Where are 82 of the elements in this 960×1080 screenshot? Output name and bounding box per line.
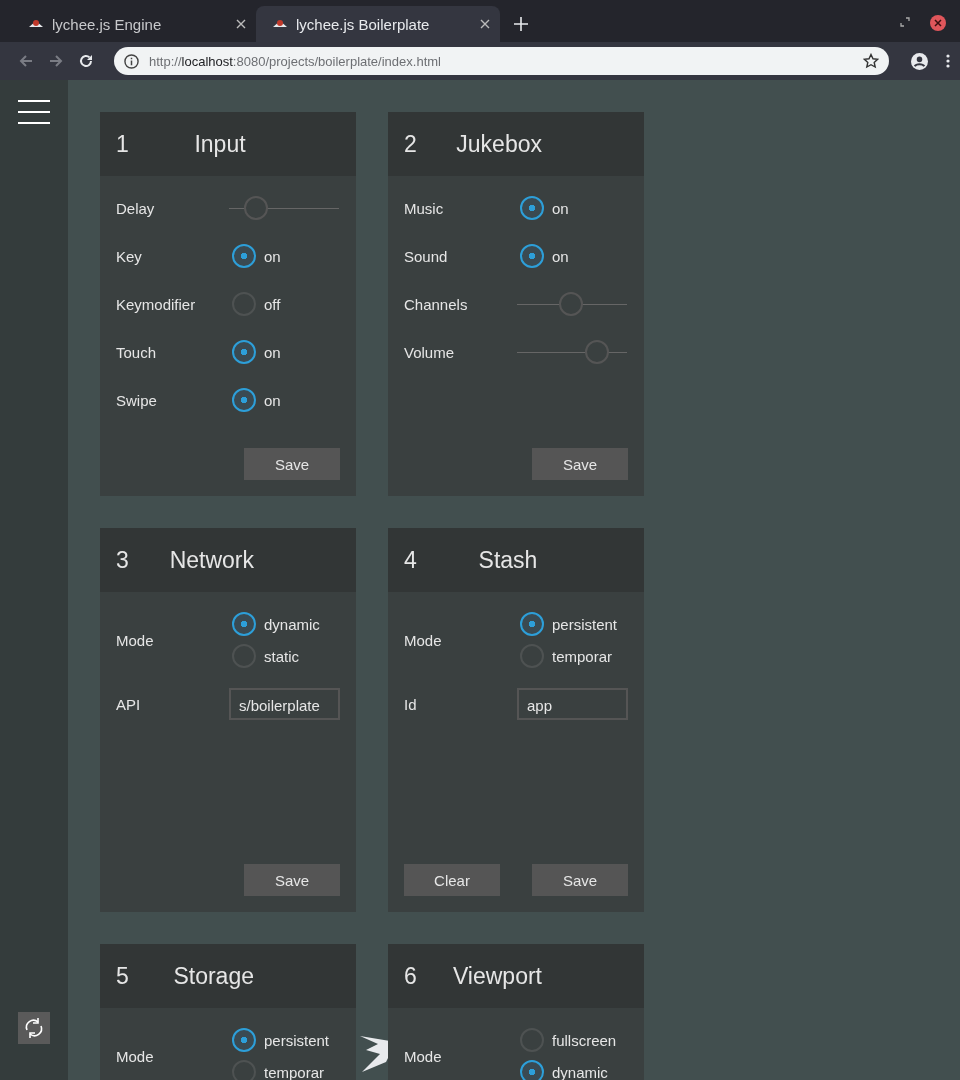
tab-title: lychee.js Boilerplate: [296, 15, 431, 33]
setting-label: Touch: [116, 343, 158, 361]
card-number: 6: [404, 962, 418, 990]
account-icon[interactable]: [911, 52, 928, 70]
setting-label: Keymodifier: [116, 295, 197, 313]
browser-tab[interactable]: lychee.js Boilerplate: [256, 6, 500, 42]
restore-icon[interactable]: [900, 17, 910, 27]
card-title: Network: [169, 546, 254, 574]
new-tab-icon[interactable]: [514, 17, 528, 31]
toggle-state: on: [264, 247, 281, 265]
toggle-circle[interactable]: [232, 244, 256, 268]
card-number: 4: [404, 546, 418, 574]
close-icon[interactable]: [236, 19, 246, 29]
toggle-circle[interactable]: [520, 244, 544, 268]
star-icon[interactable]: [863, 53, 879, 69]
setting-label: Swipe: [116, 391, 158, 409]
setting-label: API: [116, 695, 142, 713]
setting-label: Volume: [404, 343, 456, 361]
close-icon[interactable]: [930, 15, 946, 31]
setting-label: Delay: [116, 199, 156, 217]
action-button[interactable]: Save: [532, 864, 628, 896]
reload-icon[interactable]: [78, 53, 94, 69]
setting-label: Music: [404, 199, 445, 217]
radio-label: persistent: [552, 615, 618, 633]
setting-label: Mode: [404, 631, 443, 649]
forward-icon[interactable]: [48, 53, 64, 69]
radio-button[interactable]: [520, 612, 544, 636]
info-icon: [124, 53, 139, 69]
favicon-icon: [272, 18, 288, 30]
setting-label: Sound: [404, 247, 449, 265]
setting-label: Mode: [116, 1047, 155, 1065]
toggle-state: on: [552, 199, 569, 217]
radio-label: dynamic: [264, 615, 320, 633]
toggle-state: on: [264, 391, 281, 409]
card-title: Jukebox: [456, 130, 542, 158]
refresh-button[interactable]: [18, 1012, 50, 1044]
url-text: http://localhost:8080/projects/boilerplate/index.html: [149, 53, 442, 69]
text-field[interactable]: app: [517, 688, 628, 720]
setting-label: Mode: [404, 1047, 443, 1065]
browser-tab[interactable]: lychee.js Engine: [12, 6, 256, 42]
radio-label: static: [264, 647, 299, 665]
radio-label: temporar: [264, 1063, 325, 1080]
slider-thumb[interactable]: [559, 292, 584, 316]
card-number: 2: [404, 130, 418, 158]
card-number: 1: [116, 130, 130, 158]
radio-label: persistent: [264, 1031, 330, 1049]
menu-icon[interactable]: [18, 100, 50, 124]
radio-label: fullscreen: [552, 1031, 617, 1049]
favicon-icon: [28, 18, 44, 30]
toggle-circle[interactable]: [232, 340, 256, 364]
card-title: Viewport: [452, 962, 542, 990]
more-icon[interactable]: [946, 53, 950, 69]
toggle-state: off: [264, 295, 281, 313]
card-number: 5: [116, 962, 130, 990]
card-title: Stash: [477, 546, 539, 574]
toggle-state: on: [264, 343, 281, 361]
radio-button[interactable]: [232, 612, 256, 636]
setting-label: Id: [404, 695, 418, 713]
close-icon[interactable]: [480, 19, 490, 29]
action-button[interactable]: Clear: [404, 864, 500, 896]
tab-title: lychee.js Engine: [52, 15, 163, 33]
setting-label: Mode: [116, 631, 155, 649]
radio-button[interactable]: [232, 1028, 256, 1052]
text-field[interactable]: s/boilerplate: [229, 688, 340, 720]
back-icon[interactable]: [18, 53, 34, 69]
toggle-circle[interactable]: [520, 196, 544, 220]
radio-button[interactable]: [520, 1060, 544, 1080]
action-button[interactable]: Save: [244, 864, 340, 896]
radio-label: dynamic: [552, 1063, 608, 1080]
action-button[interactable]: Save: [244, 448, 340, 480]
slider-thumb[interactable]: [584, 340, 609, 364]
radio-label: temporar: [552, 647, 613, 665]
card-title: Input: [193, 130, 247, 158]
setting-label: Key: [116, 247, 143, 265]
card-number: 3: [116, 546, 130, 574]
toggle-state: on: [552, 247, 569, 265]
action-button[interactable]: Save: [532, 448, 628, 480]
address-bar[interactable]: http://localhost:8080/projects/boilerplate/index.html: [114, 47, 889, 75]
setting-label: Channels: [404, 295, 469, 313]
toggle-circle[interactable]: [232, 388, 256, 412]
card-title: Storage: [173, 962, 254, 990]
slider-thumb[interactable]: [243, 196, 268, 220]
